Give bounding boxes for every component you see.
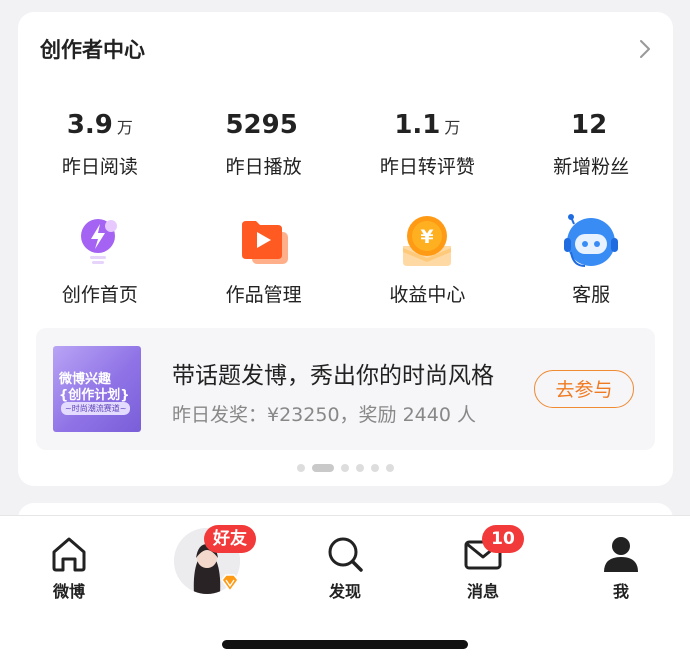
carousel-dot[interactable]	[356, 464, 364, 472]
stat-label: 新增粉丝	[553, 156, 630, 178]
tool-revenue-center[interactable]: ¥ 收益中心	[346, 212, 510, 307]
stat-new-fans[interactable]: 12 新增粉丝	[509, 108, 673, 179]
tool-works-management[interactable]: 作品管理	[182, 212, 346, 307]
card-title: 创作者中心	[40, 38, 145, 62]
stat-label: 昨日转评赞	[379, 156, 475, 178]
stat-label: 昨日阅读	[61, 156, 138, 178]
topic-banner[interactable]: 微博兴趣 {创作计划} ~时尚潮流赛道~ 带话题发博，秀出你的时尚风格 昨日发奖…	[36, 328, 655, 450]
tool-creation-home[interactable]: 创作首页	[18, 212, 182, 307]
yen-coin-icon: ¥	[403, 216, 452, 266]
thumb-line2: {创作计划}	[59, 388, 130, 403]
banner-thumbnail: 微博兴趣 {创作计划} ~时尚潮流赛道~	[53, 346, 141, 432]
carousel-dot[interactable]	[386, 464, 394, 472]
stat-unit: 万	[116, 118, 133, 137]
tab-label: 消息	[466, 582, 499, 601]
stat-value: 1.1	[394, 110, 441, 140]
friend-badge: 好友	[204, 525, 256, 553]
carousel-dot-active[interactable]	[312, 464, 334, 472]
stat-value: 12	[571, 110, 608, 140]
home-icon	[52, 537, 86, 572]
tool-customer-service[interactable]: 客服	[509, 212, 673, 307]
home-indicator[interactable]	[222, 640, 468, 649]
bottom-tab-bar: 微博 好友 发现 消息 10 我	[0, 515, 690, 664]
stat-value: 5295	[225, 110, 298, 140]
svg-text:¥: ¥	[421, 226, 434, 248]
vip-diamond-icon	[221, 574, 239, 592]
banner-subtitle: 昨日发奖：¥23250，奖励 2440 人	[172, 404, 476, 426]
tab-me[interactable]: 我	[576, 534, 666, 602]
stats-row: 3.9 万 昨日阅读 5295 昨日播放 1.1 万 昨日转评赞 12 新增粉丝	[18, 108, 673, 179]
tab-label: 微博	[52, 582, 85, 601]
carousel-dot[interactable]	[341, 464, 349, 472]
carousel-dots	[18, 464, 673, 472]
person-icon	[604, 537, 638, 572]
thumb-line3: ~时尚潮流赛道~	[61, 402, 131, 415]
stat-reads[interactable]: 3.9 万 昨日阅读	[18, 108, 182, 179]
tab-discover[interactable]: 发现	[300, 534, 390, 602]
headset-bot-icon	[564, 214, 619, 267]
tab-weibo[interactable]: 微博	[24, 534, 114, 602]
tab-label: 我	[612, 582, 629, 601]
video-folder-icon	[241, 221, 288, 264]
stat-label: 昨日播放	[225, 156, 302, 178]
creator-center-card: 创作者中心 3.9 万 昨日阅读 5295 昨日播放 1.1 万 昨日转评赞 12 …	[18, 12, 673, 486]
tools-row: 创作首页 作品管理 ¥ 收益中心 客服	[18, 212, 673, 307]
message-count-badge: 10	[482, 525, 524, 553]
tab-label: 发现	[328, 582, 361, 601]
join-button[interactable]: 去参与	[534, 370, 634, 408]
stat-unit: 万	[444, 118, 461, 137]
tool-label: 收益中心	[389, 284, 466, 306]
lightbulb-icon	[80, 219, 117, 264]
tool-label: 客服	[572, 284, 611, 306]
carousel-dot[interactable]	[297, 464, 305, 472]
tool-label: 创作首页	[61, 284, 138, 306]
carousel-dot[interactable]	[371, 464, 379, 472]
stat-plays[interactable]: 5295 昨日播放	[182, 108, 346, 179]
chevron-right-icon[interactable]	[635, 38, 655, 60]
stat-value: 3.9	[66, 110, 113, 140]
stat-engagement[interactable]: 1.1 万 昨日转评赞	[346, 108, 510, 179]
tool-label: 作品管理	[225, 284, 302, 306]
search-icon	[328, 537, 363, 572]
banner-title: 带话题发博，秀出你的时尚风格	[172, 363, 494, 389]
